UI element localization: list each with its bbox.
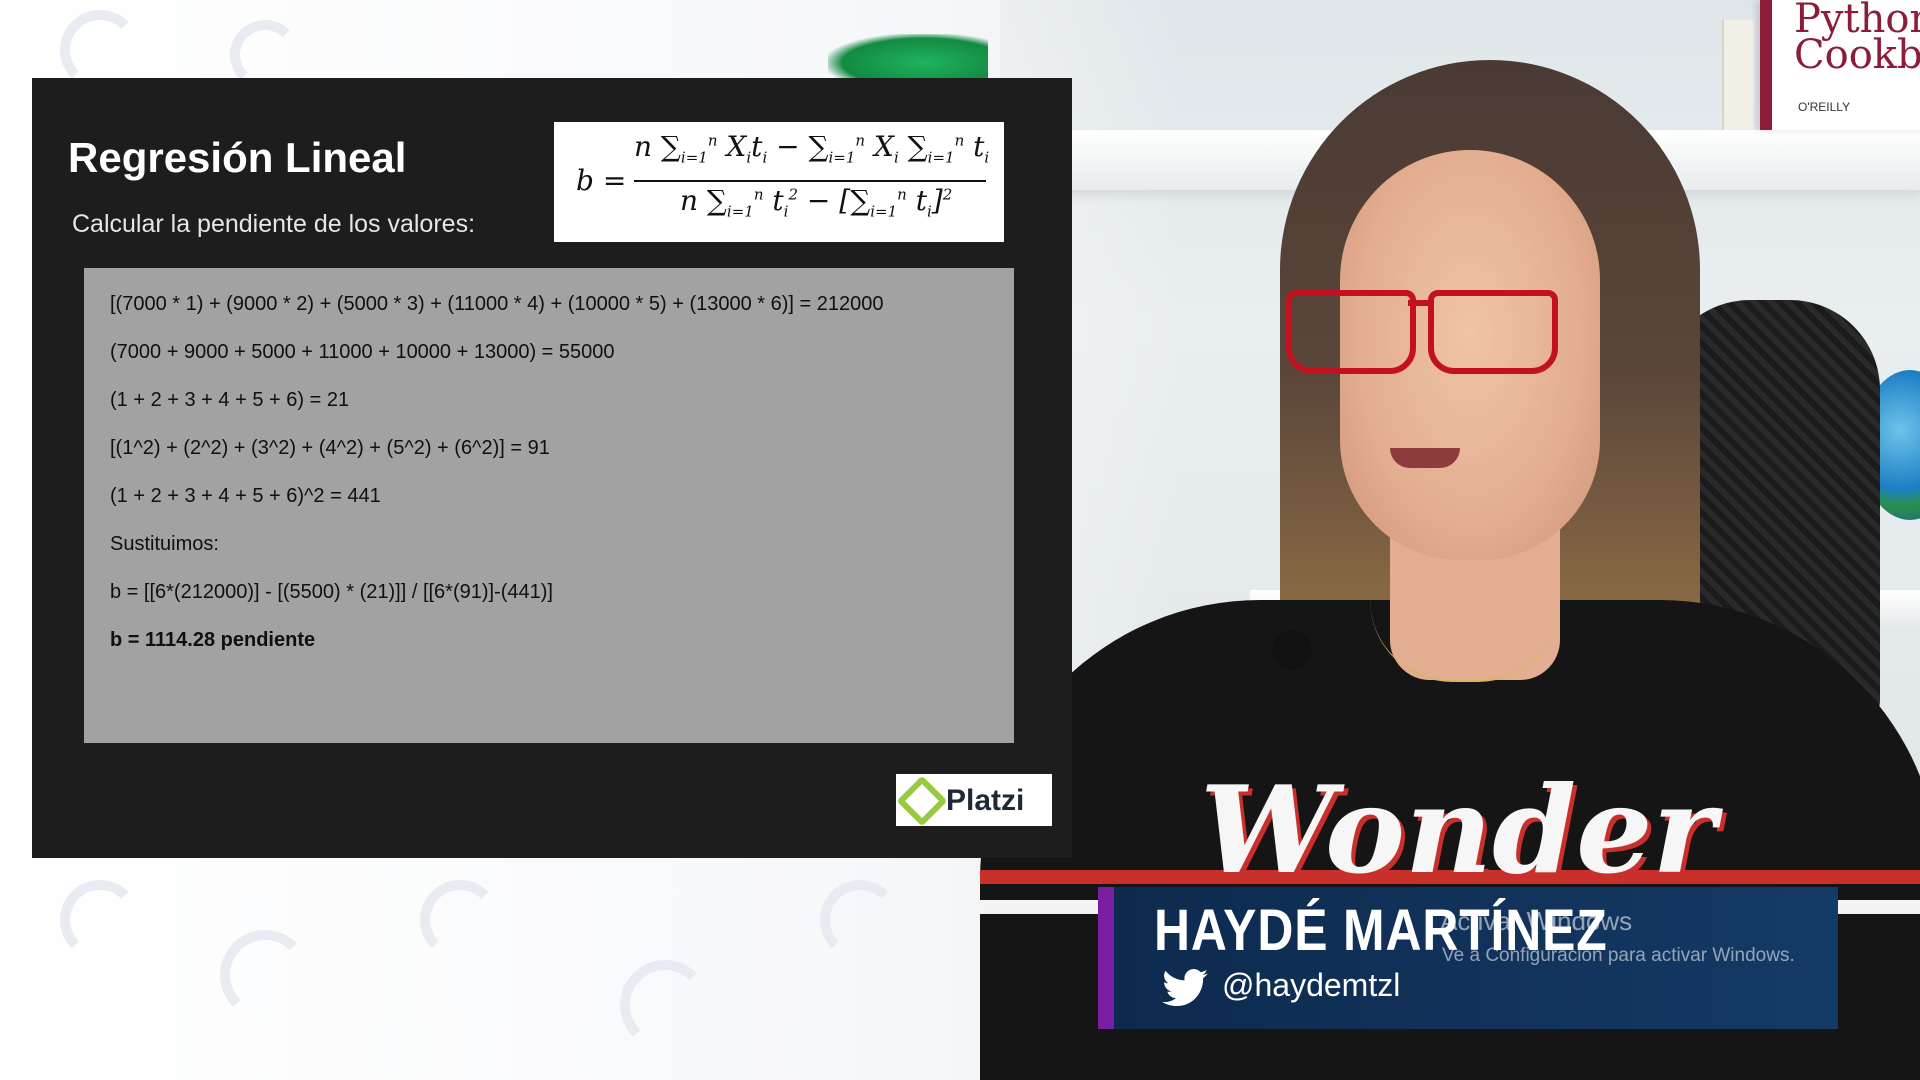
lapel-microphone <box>1272 630 1312 670</box>
calc-line-sum-xt: [(7000 * 1) + (9000 * 2) + (5000 * 3) + … <box>110 293 884 315</box>
slide-subtitle: Calcular la pendiente de los valores: <box>72 210 476 238</box>
shirt-print: Wonder <box>1200 760 1716 901</box>
formula-lhs: b = <box>576 164 627 197</box>
calc-line-sum-x: (7000 + 9000 + 5000 + 11000 + 10000 + 13… <box>110 341 615 363</box>
presenter-mouth <box>1390 448 1460 468</box>
platzi-logo: Platzi <box>896 774 1052 827</box>
glasses-lens <box>1286 290 1416 374</box>
formula-fraction-bar <box>634 180 986 182</box>
calc-line-substitution: b = [[6*(212000)] - [(5500) * (21)]] / [… <box>110 581 553 603</box>
calc-line-result: b = 1114.28 pendiente <box>110 629 316 651</box>
calc-line-sum-t-all-squared: (1 + 2 + 3 + 4 + 5 + 6)^2 = 441 <box>110 485 381 507</box>
windows-activation-subtitle: Ve a Configuración para activar Windows. <box>1442 945 1795 966</box>
platzi-mark-icon <box>896 775 948 827</box>
calc-line-sum-t: (1 + 2 + 3 + 4 + 5 + 6) = 21 <box>110 389 350 411</box>
twitter-icon <box>1162 969 1208 1007</box>
glasses-lens <box>1428 290 1558 374</box>
platzi-logo-text: Platzi <box>946 784 1025 817</box>
formula-denominator: n ∑i=1n ti2 − [∑i=1n ti]2 <box>680 184 953 221</box>
slope-formula: b = n ∑i=1n Xiti − ∑i=1n Xi ∑i=1n ti n ∑… <box>554 122 1004 242</box>
formula-numerator: n ∑i=1n Xiti − ∑i=1n Xi ∑i=1n ti <box>634 130 990 167</box>
calculation-box: [(7000 * 1) + (9000 * 2) + (5000 * 3) + … <box>84 268 1014 743</box>
presenter-twitter-handle: @haydemtzl <box>1222 967 1401 1003</box>
slide-title: Regresión Lineal <box>68 134 407 181</box>
lesson-slide: Regresión Lineal Calcular la pendiente d… <box>32 78 1072 858</box>
calc-line-sum-t-squared: [(1^2) + (2^2) + (3^2) + (4^2) + (5^2) +… <box>110 437 550 459</box>
glasses-bridge <box>1408 300 1432 306</box>
calc-line-substitute-label: Sustituimos: <box>110 533 219 555</box>
windows-activation-title: Activar Windows <box>1440 906 1633 936</box>
